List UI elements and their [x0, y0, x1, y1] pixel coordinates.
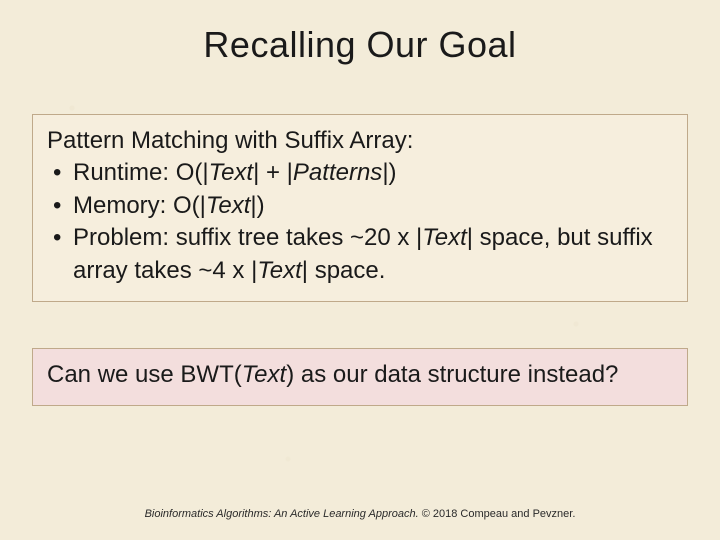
italic-term: Text [242, 361, 286, 388]
text: |) [382, 159, 396, 186]
list-item: Memory: O(|Text|) [47, 190, 673, 222]
slide: Recalling Our Goal Pattern Matching with… [0, 0, 720, 540]
box-question: Can we use BWT(Text) as our data structu… [32, 348, 688, 406]
page-title: Recalling Our Goal [32, 24, 688, 66]
text: | + | [253, 159, 293, 186]
text: | space. [302, 257, 386, 284]
italic-term: Text [209, 159, 253, 186]
footer-rights: © 2018 Compeau and Pevzner. [419, 508, 576, 520]
box-heading: Pattern Matching with Suffix Array: [47, 125, 673, 157]
italic-term: Text [257, 257, 301, 284]
text: ) as our data structure instead? [286, 361, 618, 388]
italic-term: Text [422, 224, 466, 251]
box-suffix-array: Pattern Matching with Suffix Array: Runt… [32, 114, 688, 302]
text: Problem: suffix tree takes ~20 x | [73, 224, 422, 251]
footer: Bioinformatics Algorithms: An Active Lea… [0, 508, 720, 520]
bullet-list: Runtime: O(|Text| + |Patterns|) Memory: … [47, 157, 673, 287]
list-item: Problem: suffix tree takes ~20 x |Text| … [47, 222, 673, 287]
list-item: Runtime: O(|Text| + |Patterns|) [47, 157, 673, 189]
text: Memory: O(| [73, 192, 206, 219]
italic-term: Patterns [293, 159, 382, 186]
italic-term: Text [206, 192, 250, 219]
footer-book: Bioinformatics Algorithms: An Active Lea… [145, 508, 419, 520]
text: Runtime: O(| [73, 159, 209, 186]
text: |) [250, 192, 264, 219]
text: Can we use BWT( [47, 361, 242, 388]
